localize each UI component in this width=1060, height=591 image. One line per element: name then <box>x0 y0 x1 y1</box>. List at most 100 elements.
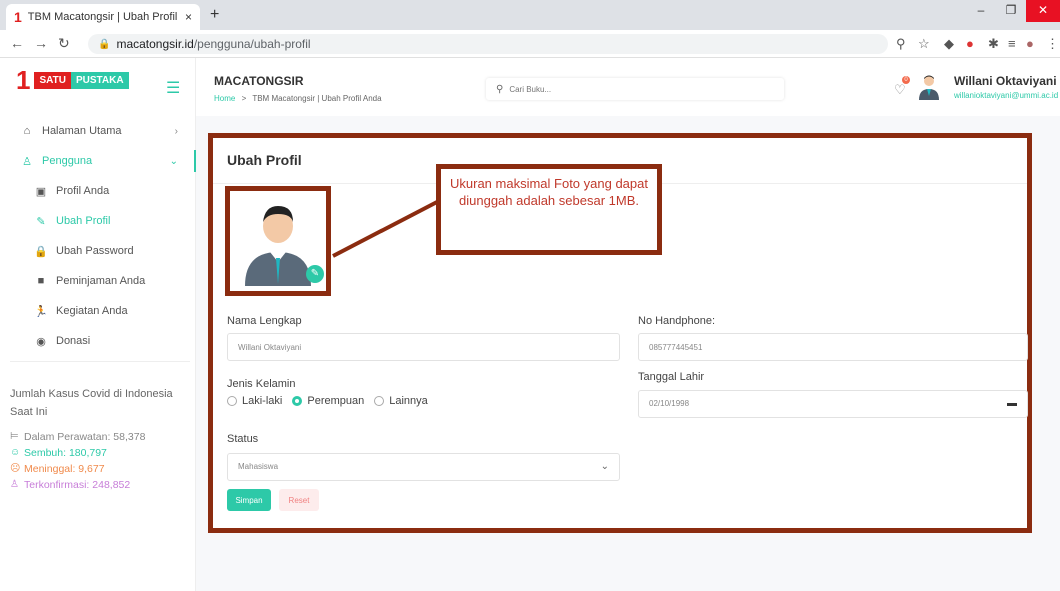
radio-label: Perempuan <box>307 395 365 407</box>
address-bar: ← → ↻ 🔒 macatongsir.id /pengguna/ubah-pr… <box>0 30 1060 58</box>
status-label: Status <box>227 433 259 445</box>
user-avatar[interactable] <box>918 74 940 100</box>
minimize-icon[interactable]: – <box>966 0 996 22</box>
sidebar-item-kegiatan-anda[interactable]: 🏃 Kegiatan Anda <box>0 296 196 326</box>
edit-photo-icon[interactable]: ✎ <box>306 265 324 283</box>
covid-heading: Jumlah Kasus Covid di Indonesia Saat Ini <box>10 388 173 418</box>
extension-red-icon[interactable]: ● <box>966 36 974 51</box>
radio-label: Laki-laki <box>242 395 283 407</box>
sidebar-item-label: Halaman Utama <box>42 125 122 137</box>
sidebar-item-label: Donasi <box>56 335 91 347</box>
sidebar-menu: ⌂ Halaman Utama › ♙ Pengguna ⌄ ▣ Profil … <box>0 116 196 356</box>
sidebar-item-label: Peminjaman Anda <box>56 275 146 287</box>
logo-number: 1 <box>16 65 31 95</box>
status-value: Mahasiswa <box>238 462 279 471</box>
save-button[interactable]: Simpan <box>227 489 271 511</box>
book-icon: ■ <box>37 275 45 287</box>
chevron-right-icon: › <box>174 125 178 137</box>
sidebar-item-profil-anda[interactable]: ▣ Profil Anda <box>0 176 196 206</box>
id-card-icon: ▣ <box>35 185 47 198</box>
new-tab-button[interactable]: + <box>210 6 219 24</box>
dob-field[interactable]: 02/10/1998 ▬ <box>638 390 1028 418</box>
covid-sembuh-text: Sembuh: 180,797 <box>24 447 107 459</box>
covid-terkonfirmasi: ♙ Terkonfirmasi: 248,852 <box>10 477 190 493</box>
sidebar-item-ubah-password[interactable]: 🔒 Ubah Password <box>0 236 196 266</box>
notification-icon[interactable]: ♡ 0 <box>894 76 910 98</box>
calendar-icon[interactable]: ▬ <box>1007 391 1017 417</box>
sidebar-divider <box>10 361 190 362</box>
gender-radio-group: Laki-laki Perempuan Lainnya <box>227 395 438 407</box>
sidebar-item-label: Ubah Profil <box>56 215 111 227</box>
browser-tab[interactable]: 1 TBM Macatongsir | Ubah Profil A × <box>6 4 200 30</box>
forward-icon[interactable]: → <box>34 35 48 51</box>
sidebar-item-label: Kegiatan Anda <box>56 305 128 317</box>
sidebar-item-pengguna[interactable]: ♙ Pengguna ⌄ <box>0 146 196 176</box>
sidebar-item-peminjaman-anda[interactable]: ■ Peminjaman Anda <box>0 266 196 296</box>
tab-close-icon[interactable]: × <box>185 10 192 24</box>
hp-field[interactable] <box>638 333 1028 361</box>
lock-icon: 🔒 <box>34 245 48 258</box>
browser-menu-icon[interactable]: ⋮ <box>1046 36 1059 52</box>
hamburger-menu-icon[interactable]: ☰ <box>166 78 180 98</box>
radio-circle-selected[interactable] <box>292 396 303 406</box>
reading-list-icon[interactable]: ≡ <box>1008 36 1016 51</box>
window-controls: – ❐ ✕ <box>966 0 1060 22</box>
search-icon[interactable]: ⚲ <box>496 84 503 95</box>
covid-sembuh: ☺ Sembuh: 180,797 <box>10 445 190 461</box>
window-close-icon[interactable]: ✕ <box>1026 0 1060 22</box>
breadcrumb-home-link[interactable]: Home <box>214 94 235 103</box>
callout-connector <box>332 200 438 258</box>
nama-field[interactable] <box>227 333 620 361</box>
covid-terkonfirmasi-text: Terkonfirmasi: 248,852 <box>24 479 131 491</box>
photo-size-callout: Ukuran maksimal Foto yang dapat diunggah… <box>436 164 662 255</box>
maximize-icon[interactable]: ❐ <box>996 0 1026 22</box>
breadcrumb: Home > TBM Macatongsir | Ubah Profil And… <box>214 94 382 103</box>
radio-circle[interactable] <box>227 396 237 406</box>
profile-photo[interactable]: ✎ <box>225 186 331 296</box>
sidebar-item-donasi[interactable]: ◉ Donasi <box>0 326 196 356</box>
sad-icon: ☹ <box>10 463 21 474</box>
back-icon[interactable]: ← <box>10 35 24 51</box>
covid-rawat-text: Dalam Perawatan: 58,378 <box>24 431 146 443</box>
breadcrumb-current: TBM Macatongsir | Ubah Profil Anda <box>252 94 382 103</box>
site-name: MACATONGSIR <box>214 74 304 88</box>
search-input[interactable] <box>509 84 760 94</box>
sidebar-item-label: Ubah Password <box>56 245 134 257</box>
profile-icon[interactable]: ● <box>1026 36 1034 51</box>
chevron-down-icon: ⌄ <box>169 155 178 167</box>
covid-stats: Jumlah Kasus Covid di Indonesia Saat Ini… <box>10 385 190 493</box>
extension-icon[interactable]: ◆ <box>944 36 954 52</box>
page-title: Ubah Profil <box>227 152 302 168</box>
sidebar-item-halaman-utama[interactable]: ⌂ Halaman Utama › <box>0 116 196 146</box>
gender-label: Jenis Kelamin <box>227 378 296 390</box>
sidebar-item-ubah-profil[interactable]: ✎ Ubah Profil <box>0 206 196 236</box>
browser-tab-bar: 1 TBM Macatongsir | Ubah Profil A × + – … <box>0 0 1060 30</box>
donation-icon: ◉ <box>36 335 46 348</box>
radio-perempuan[interactable]: Perempuan <box>292 395 364 407</box>
logo-pustaka: PUSTAKA <box>70 71 129 89</box>
radio-circle[interactable] <box>374 396 385 406</box>
user-name[interactable]: Willani Oktaviyani <box>954 74 1057 88</box>
radio-laki-laki[interactable]: Laki-laki <box>227 395 282 407</box>
favicon-icon: 1 <box>14 9 22 25</box>
running-icon: 🏃 <box>34 305 48 318</box>
covid-meninggal: ☹ Meninggal: 9,677 <box>10 461 190 477</box>
status-select[interactable]: Mahasiswa ⌄ <box>227 453 620 481</box>
user-email: willanioktaviyani@ummi.ac.id <box>954 91 1059 100</box>
profile-form-card: Ubah Profil ✎ Ukuran maksimal Foto yang … <box>208 133 1032 533</box>
puzzle-icon[interactable]: ✱ <box>988 36 999 52</box>
bookmark-star-icon[interactable]: ☆ <box>918 36 930 52</box>
reload-icon[interactable]: ↻ <box>58 35 70 52</box>
logo-satu: SATU <box>34 71 71 89</box>
zoom-icon[interactable]: ⚲ <box>896 36 906 52</box>
smile-icon: ☺ <box>10 447 21 458</box>
reset-button[interactable]: Reset <box>279 489 319 511</box>
users-icon: ♙ <box>10 479 19 490</box>
edit-icon: ✎ <box>36 215 46 228</box>
url-field[interactable]: 🔒 macatongsir.id /pengguna/ubah-profil <box>88 34 888 54</box>
radio-lainnya[interactable]: Lainnya <box>374 395 428 407</box>
search-box: ⚲ <box>486 78 784 100</box>
site-logo[interactable]: 1 SATU PUSTAKA <box>16 65 129 95</box>
main-content: Ubah Profil ✎ Ukuran maksimal Foto yang … <box>196 116 1060 591</box>
nama-label: Nama Lengkap <box>227 315 302 327</box>
